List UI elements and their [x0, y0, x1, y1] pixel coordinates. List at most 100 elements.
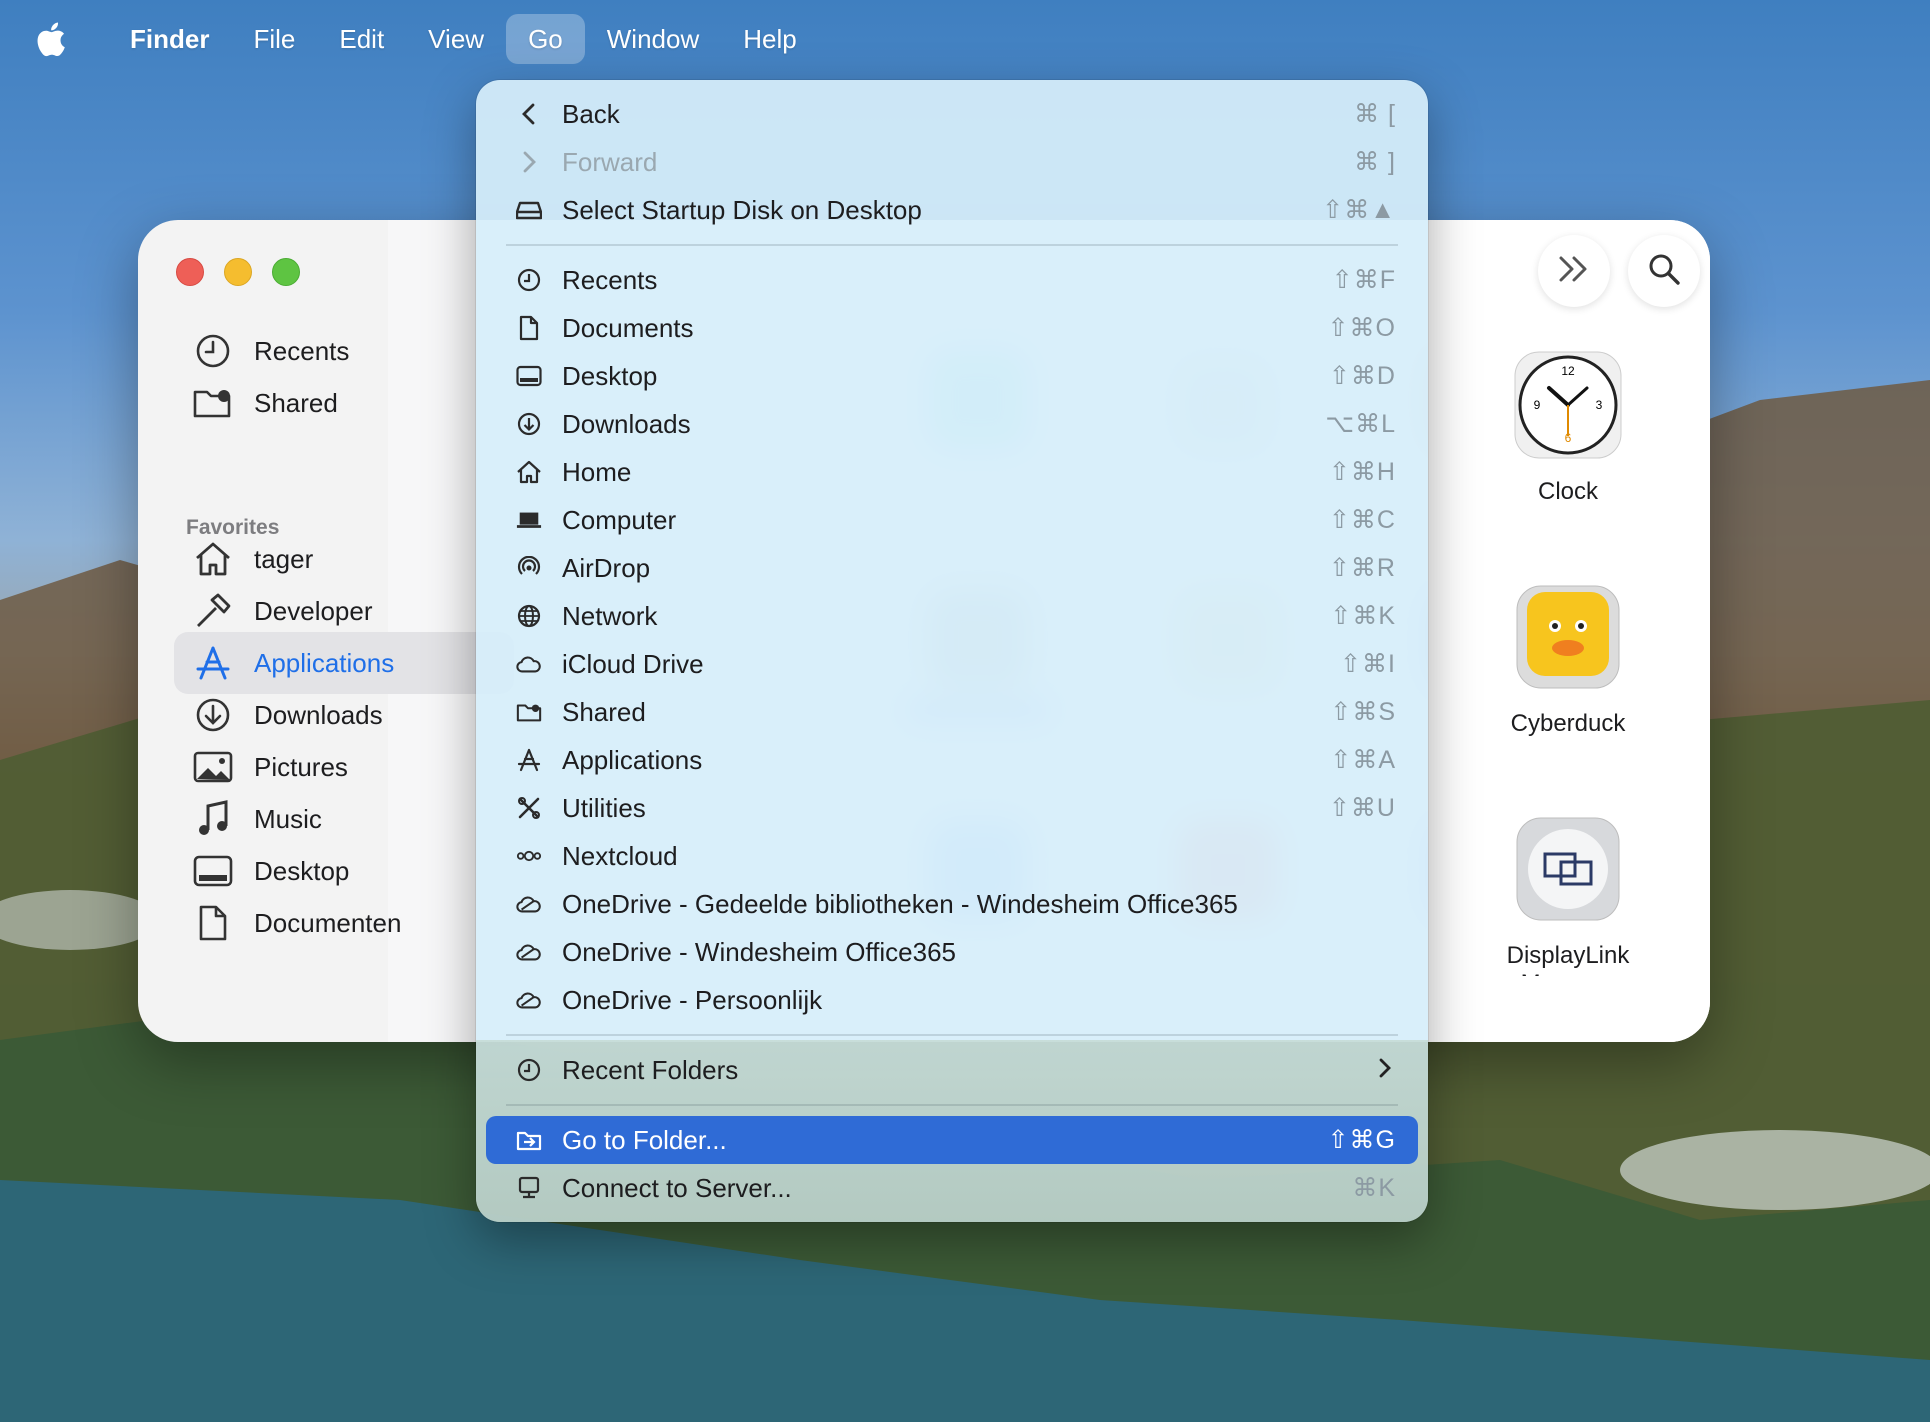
sidebar-item-shared[interactable]: Shared	[174, 372, 514, 434]
menu-finder[interactable]: Finder	[108, 14, 231, 64]
download-icon	[192, 694, 234, 736]
menu-separator	[506, 1104, 1398, 1106]
menu-item-label: Downloads	[562, 408, 691, 439]
minimize-button[interactable]	[224, 258, 252, 286]
menu-item-connect-to-server[interactable]: Connect to Server... ⌘K	[486, 1164, 1418, 1212]
disk-icon	[516, 197, 542, 223]
menu-item-label: Network	[562, 600, 658, 631]
chevron-left-icon	[516, 101, 542, 127]
app-label: Clock	[1537, 478, 1598, 505]
search-button[interactable]	[1628, 235, 1700, 307]
app-cyberduck[interactable]: Cyberduck	[1458, 582, 1678, 738]
menu-item-nextcloud[interactable]: Nextcloud	[486, 832, 1418, 880]
app-clock[interactable]: 12 3 9 6 Clock	[1458, 350, 1678, 506]
shortcut: ⇧⌘D	[1328, 362, 1396, 390]
document-icon	[516, 315, 542, 341]
sidebar-item-label: Shared	[254, 387, 338, 418]
app-displaylink[interactable]: DisplayLink Manager	[1458, 814, 1678, 976]
menu-item-recents[interactable]: Recents ⇧⌘F	[486, 256, 1418, 304]
music-note-icon	[192, 798, 234, 840]
app-grid-visible: 12 3 9 6 Clock Cyberduck DisplayLink	[1428, 220, 1710, 1042]
menu-item-computer[interactable]: Computer ⇧⌘C	[486, 496, 1418, 544]
sidebar-item-documenten[interactable]: Documenten	[174, 892, 514, 954]
menu-item-label: OneDrive - Windesheim Office365	[562, 936, 957, 967]
clock-app-icon: 12 3 9 6	[1513, 350, 1623, 460]
clock-icon	[516, 267, 542, 293]
menu-edit[interactable]: Edit	[317, 14, 406, 64]
menu-go[interactable]: Go	[506, 14, 585, 64]
cloud-icon	[516, 651, 542, 677]
shortcut: ⌥⌘L	[1325, 410, 1396, 438]
submenu-chevron-icon	[1378, 1055, 1392, 1086]
menu-help[interactable]: Help	[721, 14, 818, 64]
close-button[interactable]	[176, 258, 204, 286]
svg-text:9: 9	[1534, 398, 1541, 412]
menu-item-airdrop[interactable]: AirDrop ⇧⌘R	[486, 544, 1418, 592]
svg-text:12: 12	[1561, 364, 1575, 378]
menu-item-label: Computer	[562, 504, 677, 535]
menu-item-label: Back	[562, 98, 620, 129]
menu-item-icloud-drive[interactable]: iCloud Drive ⇧⌘I	[486, 640, 1418, 688]
shortcut: ⇧⌘A	[1330, 746, 1396, 774]
menu-bar: Finder File Edit View Go Window Help	[0, 0, 1930, 78]
svg-text:3: 3	[1596, 398, 1603, 412]
menu-item-go-to-folder[interactable]: Go to Folder... ⇧⌘G	[486, 1116, 1418, 1164]
onedrive-icon	[516, 939, 542, 965]
onedrive-icon	[516, 987, 542, 1013]
sidebar-item-label: Developer	[254, 595, 373, 626]
menu-item-home[interactable]: Home ⇧⌘H	[486, 448, 1418, 496]
shortcut: ⌘ [	[1354, 100, 1396, 128]
shortcut: ⇧⌘K	[1330, 602, 1396, 630]
menu-item-onedrive-gedeeld[interactable]: OneDrive - Gedeelde bibliotheken - Winde…	[486, 880, 1418, 928]
menu-item-network[interactable]: Network ⇧⌘K	[486, 592, 1418, 640]
folder-arrow-icon	[516, 1127, 542, 1153]
menu-item-shared[interactable]: Shared ⇧⌘S	[486, 688, 1418, 736]
search-icon	[1647, 252, 1681, 291]
clock-icon	[516, 1057, 542, 1083]
house-icon	[516, 459, 542, 485]
tools-icon	[516, 795, 542, 821]
menu-item-back[interactable]: Back ⌘ [	[486, 90, 1418, 138]
airdrop-icon	[516, 555, 542, 581]
sidebar-item-label: Downloads	[254, 699, 383, 730]
clock-icon	[192, 330, 234, 372]
menu-item-recent-folders[interactable]: Recent Folders	[486, 1046, 1418, 1094]
menu-separator	[506, 244, 1398, 246]
desktop-icon	[516, 363, 542, 389]
apple-logo-icon[interactable]	[36, 19, 72, 59]
menu-item-forward[interactable]: Forward ⌘ ]	[486, 138, 1418, 186]
maximize-button[interactable]	[272, 258, 300, 286]
menu-view[interactable]: View	[406, 14, 506, 64]
menu-item-desktop[interactable]: Desktop ⇧⌘D	[486, 352, 1418, 400]
menu-item-applications[interactable]: Applications ⇧⌘A	[486, 736, 1418, 784]
menu-item-label: Connect to Server...	[562, 1172, 792, 1203]
menu-file[interactable]: File	[231, 14, 317, 64]
menu-item-label: Applications	[562, 744, 703, 775]
sidebar-item-label: Recents	[254, 335, 350, 366]
menu-window[interactable]: Window	[585, 14, 721, 64]
globe-icon	[516, 603, 542, 629]
shortcut: ⇧⌘G	[1327, 1126, 1396, 1154]
menu-item-label: Shared	[562, 696, 646, 727]
go-menu: Back ⌘ [ Forward ⌘ ] Select Startup Disk…	[476, 80, 1428, 1222]
menu-item-documents[interactable]: Documents ⇧⌘O	[486, 304, 1418, 352]
onedrive-icon	[516, 891, 542, 917]
shared-folder-icon	[516, 699, 542, 725]
menu-item-downloads[interactable]: Downloads ⌥⌘L	[486, 400, 1418, 448]
sidebar-item-label: Desktop	[254, 855, 350, 886]
displaylink-app-icon	[1513, 814, 1623, 924]
menu-item-onedrive-persoonlijk[interactable]: OneDrive - Persoonlijk	[486, 976, 1418, 1024]
menu-item-onedrive-windesheim[interactable]: OneDrive - Windesheim Office365	[486, 928, 1418, 976]
toolbar-more-button[interactable]	[1538, 235, 1610, 307]
sidebar-item-label: tager	[254, 543, 314, 574]
shortcut: ⇧⌘H	[1328, 458, 1396, 486]
sidebar-item-label: Applications	[254, 647, 395, 678]
menu-item-utilities[interactable]: Utilities ⇧⌘U	[486, 784, 1418, 832]
house-icon	[192, 538, 234, 580]
menu-item-startup-disk[interactable]: Select Startup Disk on Desktop ⇧⌘▲	[486, 186, 1418, 234]
menu-item-label: Nextcloud	[562, 840, 678, 871]
menu-item-label: OneDrive - Gedeelde bibliotheken - Winde…	[562, 888, 1238, 919]
sidebar-item-label: Documenten	[254, 907, 402, 938]
shortcut: ⇧⌘▲	[1322, 196, 1396, 224]
app-label: DisplayLink Manager	[1506, 942, 1630, 976]
